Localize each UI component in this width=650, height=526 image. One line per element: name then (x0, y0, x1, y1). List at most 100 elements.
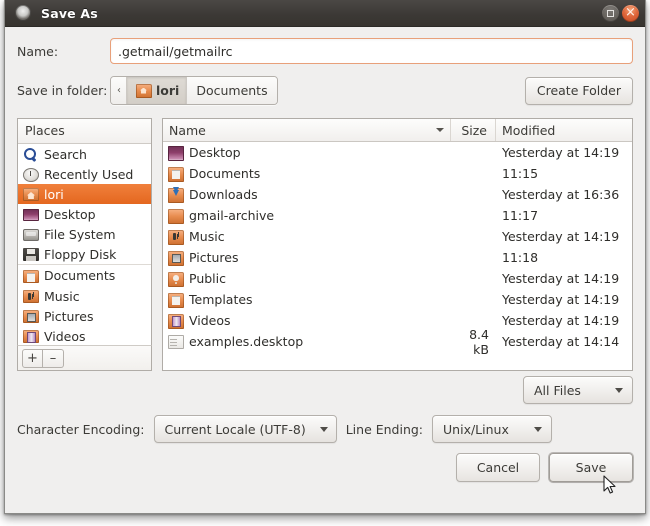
file-name: Templates (189, 292, 253, 307)
table-row[interactable]: Music Yesterday at 14:19 (163, 226, 632, 247)
file-name-cell: Desktop (163, 144, 451, 161)
file-modified: Yesterday at 14:19 (502, 229, 620, 244)
file-modified: Yesterday at 14:19 (502, 271, 620, 286)
place-label: File System (44, 226, 116, 242)
place-label: Pictures (44, 308, 94, 324)
table-row[interactable]: gmail-archive 11:17 (163, 205, 632, 226)
add-bookmark-button[interactable]: + (22, 348, 43, 368)
title-bar[interactable]: Save As (5, 0, 645, 27)
close-icon[interactable] (622, 4, 639, 22)
table-row[interactable]: Videos Yesterday at 14:19 (163, 310, 632, 331)
character-encoding-dropdown[interactable]: Current Locale (UTF-8) (153, 415, 337, 443)
place-item-floppy-disk[interactable]: Floppy Disk (18, 244, 151, 264)
place-item-music[interactable]: Music (18, 286, 151, 306)
home-folder-icon (23, 188, 39, 201)
column-header-name[interactable]: Name (163, 119, 451, 141)
chevron-down-icon (534, 426, 543, 432)
file-size: 8.4 kB (469, 326, 489, 357)
place-item-documents[interactable]: Documents (18, 264, 151, 286)
file-name: Public (189, 271, 226, 286)
place-label: Desktop (44, 206, 96, 222)
file-modified: Yesterday at 14:19 (502, 292, 620, 307)
table-row[interactable]: Pictures 11:18 (163, 247, 632, 268)
file-name: examples.desktop (189, 334, 304, 349)
public-folder-icon (168, 271, 184, 287)
place-label: Recently Used (44, 166, 134, 182)
file-name-cell: Templates (163, 292, 451, 308)
dialog-body: Name: Save in folder: ‹ lori Documents C… (5, 27, 645, 513)
home-folder-icon (136, 83, 152, 98)
breadcrumb-item-documents[interactable]: Documents (187, 77, 277, 104)
file-filter-value: All Files (534, 382, 581, 398)
place-label: Documents (44, 268, 116, 283)
save-as-dialog: Save As Name: Save in folder: ‹ lori Doc… (4, 0, 646, 514)
table-row[interactable]: Downloads Yesterday at 16:36 (163, 184, 632, 205)
file-name: Downloads (189, 187, 258, 202)
table-row[interactable]: examples.desktop 8.4 kB Yesterday at 14:… (163, 327, 632, 357)
chevron-down-icon (615, 387, 623, 393)
file-modified: Yesterday at 14:19 (502, 313, 620, 328)
cancel-button[interactable]: Cancel (456, 453, 540, 482)
character-encoding-value: Current Locale (UTF-8) (164, 421, 306, 437)
breadcrumb: ‹ lori Documents (110, 76, 278, 105)
file-modified: 11:15 (502, 166, 539, 181)
dialog-action-row: Cancel Save (17, 449, 633, 513)
place-label: Music (44, 288, 80, 304)
breadcrumb-overflow-button[interactable]: ‹ (111, 77, 127, 104)
folder-icon (168, 208, 184, 224)
place-item-recently-used[interactable]: Recently Used (18, 164, 151, 184)
file-name-cell: Documents (163, 166, 451, 182)
column-header-label: Name (169, 122, 206, 138)
file-modified: Yesterday at 16:36 (502, 187, 620, 202)
place-item-desktop[interactable]: Desktop (18, 204, 151, 224)
line-ending-value: Unix/Linux (443, 421, 509, 437)
save-in-folder-row: Save in folder: ‹ lori Documents Create … (17, 76, 633, 105)
file-name-cell: Public (163, 271, 451, 287)
breadcrumb-item-lori[interactable]: lori (127, 77, 188, 104)
table-row[interactable]: Public Yesterday at 14:19 (163, 268, 632, 289)
column-header-modified[interactable]: Modified (496, 119, 632, 141)
file-name-cell: Videos (163, 313, 451, 329)
place-item-lori[interactable]: lori (18, 184, 151, 204)
documents-folder-icon (168, 166, 184, 182)
window-title: Save As (41, 5, 98, 21)
file-name: Documents (189, 166, 261, 181)
filter-row: All Files (17, 371, 633, 409)
browser-panes: Places Search Recently Used lori Desktop… (17, 118, 633, 371)
place-label: Floppy Disk (44, 246, 117, 262)
file-name: Music (189, 229, 225, 244)
line-ending-label: Line Ending: (345, 421, 424, 437)
line-ending-dropdown[interactable]: Unix/Linux (432, 415, 553, 443)
file-modified: 11:18 (502, 250, 539, 265)
file-name: Videos (189, 313, 231, 328)
music-folder-icon (23, 290, 39, 303)
table-row[interactable]: Documents 11:15 (163, 163, 632, 184)
recent-icon (23, 167, 39, 182)
maximize-icon[interactable] (602, 4, 619, 22)
create-folder-button[interactable]: Create Folder (524, 76, 633, 105)
file-name: gmail-archive (189, 208, 275, 223)
remove-bookmark-button[interactable]: – (43, 348, 64, 368)
file-name-cell: Pictures (163, 250, 451, 266)
column-header-size[interactable]: Size (451, 119, 496, 141)
place-label: Videos (44, 328, 86, 344)
save-button[interactable]: Save (549, 453, 633, 482)
places-list[interactable]: Places Search Recently Used lori Desktop… (17, 118, 152, 346)
file-filter-dropdown[interactable]: All Files (523, 376, 633, 404)
file-name-cell: Music (163, 229, 451, 245)
place-item-search[interactable]: Search (18, 144, 151, 164)
file-name: Desktop (189, 145, 241, 160)
place-item-pictures[interactable]: Pictures (18, 306, 151, 326)
filename-input[interactable] (110, 38, 633, 64)
place-item-videos[interactable]: Videos (18, 326, 151, 345)
place-item-file-system[interactable]: File System (18, 224, 151, 244)
templates-folder-icon (168, 292, 184, 308)
places-sidebar: Places Search Recently Used lori Desktop… (17, 118, 152, 371)
file-list-pane: Name Size Modified Desktop Yesterday at … (162, 118, 633, 371)
table-row[interactable]: Desktop Yesterday at 14:19 (163, 142, 632, 163)
file-list-header: Name Size Modified (163, 119, 632, 142)
pictures-folder-icon (168, 250, 184, 266)
table-row[interactable]: Templates Yesterday at 14:19 (163, 289, 632, 310)
file-list-rows: Desktop Yesterday at 14:19 Documents 11:… (163, 142, 632, 370)
videos-folder-icon (168, 313, 184, 329)
